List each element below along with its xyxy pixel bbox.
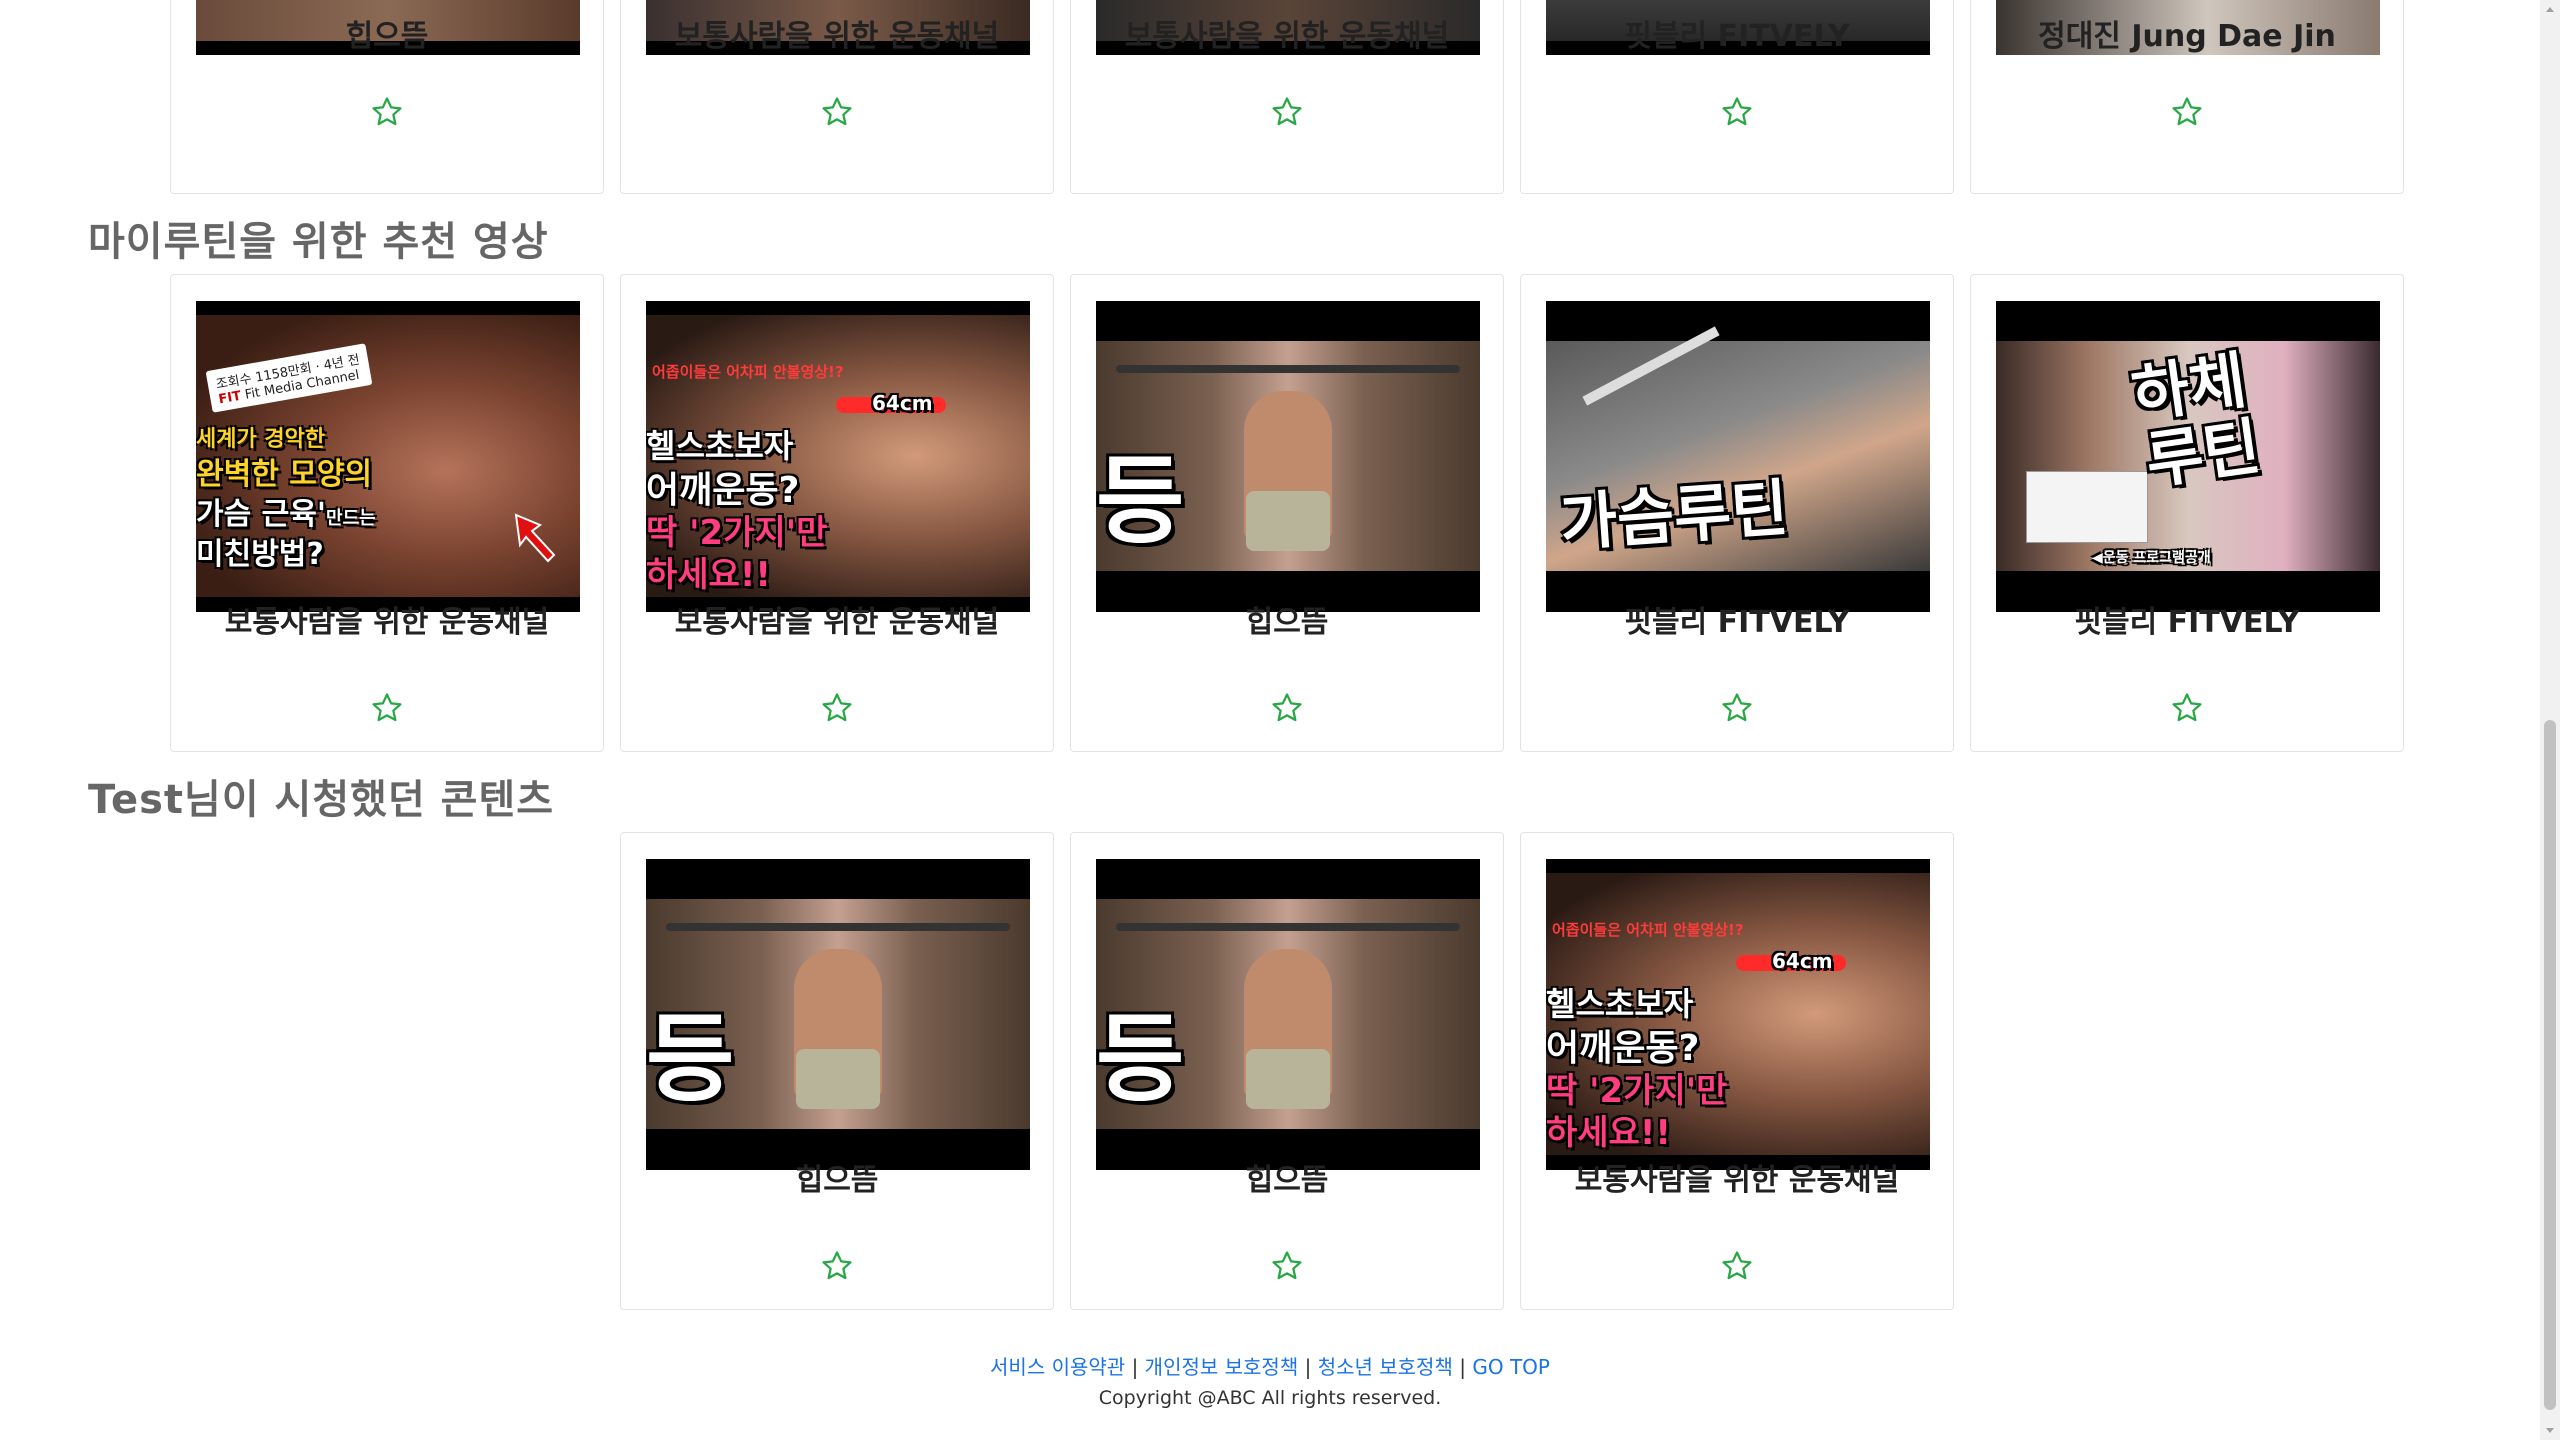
star-outline-icon[interactable] (2170, 691, 2204, 725)
video-card[interactable]: 어좁이들은 어차피 안볼영상!? 64cm 헬스초보자 어깨운동? 딱 '2가지… (1520, 832, 1954, 1310)
star-outline-icon[interactable] (820, 95, 854, 129)
thumb-text: 하세요!! (646, 555, 771, 595)
video-thumbnail[interactable]: 가슴루틴 (1546, 301, 1930, 612)
video-card[interactable]: 보통사람을 위한 운동채널 (1070, 0, 1504, 194)
thumb-text: ◀운동 프로그램공개 (2092, 550, 2211, 566)
channel-name: 보통사람을 위한 운동채널 (674, 19, 1000, 54)
thumb-text: 하세요!! (1546, 1113, 1671, 1153)
video-thumbnail[interactable]: 조회수 1158만회 · 4년 전 FIT Fit Media Channel … (196, 301, 580, 612)
thumb-text: 완벽한 모양의 (196, 457, 373, 492)
video-card[interactable]: 조회수 1158만회 · 4년 전 FIT Fit Media Channel … (170, 274, 604, 752)
go-top-link[interactable]: GO TOP (1472, 1355, 1550, 1379)
video-thumbnail[interactable]: 어좁이들은 어차피 안볼영상!? 64cm 헬스초보자 어깨운동? 딱 '2가지… (646, 301, 1030, 612)
scroll-up-arrow-icon[interactable] (2540, 0, 2560, 20)
star-outline-icon[interactable] (820, 691, 854, 725)
channel-name: 힙으뜸 (1245, 605, 1329, 640)
star-outline-icon[interactable] (370, 95, 404, 129)
video-card[interactable]: 힙으뜸 (170, 0, 604, 194)
star-outline-icon[interactable] (1270, 691, 1304, 725)
thumb-text: 루틴 (2141, 409, 2265, 498)
video-card[interactable]: 등 힙으뜸 (620, 832, 1054, 1310)
star-outline-icon[interactable] (1270, 1249, 1304, 1283)
thumb-text: 64cm (1772, 949, 1833, 973)
star-outline-icon[interactable] (1720, 691, 1754, 725)
thumb-text: 가슴루틴 (1557, 471, 1791, 560)
thumb-text: 등 (1096, 445, 1185, 557)
privacy-policy-link[interactable]: 개인정보 보호정책 (1145, 1355, 1299, 1379)
video-card[interactable]: 어좁이들은 어차피 안볼영상!? 64cm 헬스초보자 어깨운동? 딱 '2가지… (620, 274, 1054, 752)
video-thumbnail[interactable]: 등 (646, 859, 1030, 1170)
star-outline-icon[interactable] (1270, 95, 1304, 129)
channel-name: 힙으뜸 (1245, 1163, 1329, 1198)
arrow-icon (514, 513, 556, 563)
video-thumbnail[interactable]: 하체 루틴 ◀운동 프로그램공개 (1996, 301, 2380, 612)
thumb-text: 등 (1096, 1003, 1185, 1115)
star-outline-icon[interactable] (1720, 1249, 1754, 1283)
page: 힙으뜸 보통사람을 위한 운동채널 보통사람을 위한 운동채널 핏블리 FITV… (0, 0, 2540, 1440)
thumb-text: 어좁이들은 어차피 안볼영상!? (652, 363, 844, 381)
footer-separator: | (1304, 1355, 1312, 1379)
channel-name: 핏블리 FITVELY (1624, 605, 1850, 640)
thumb-text: 어좁이들은 어차피 안볼영상!? (1552, 921, 1744, 939)
video-card[interactable]: 정대진 Jung Dae Jin (1970, 0, 2404, 194)
scrollbar-thumb[interactable] (2544, 720, 2556, 1410)
footer-links: 서비스 이용약관 | 개인정보 보호정책 | 청소년 보호정책 | GO TOP (0, 1352, 2540, 1382)
video-card[interactable]: 가슴루틴 핏블리 FITVELY (1520, 274, 1954, 752)
star-outline-icon[interactable] (820, 1249, 854, 1283)
channel-name: 핏블리 FITVELY (1624, 19, 1850, 54)
channel-name: 힙으뜸 (795, 1163, 879, 1198)
thumb-text: 만드는 (326, 508, 376, 529)
video-thumbnail[interactable]: 등 (1096, 301, 1480, 612)
video-card[interactable]: 핏블리 FITVELY (1520, 0, 1954, 194)
channel-name: 힙으뜸 (345, 19, 429, 54)
youth-protection-policy-link[interactable]: 청소년 보호정책 (1318, 1355, 1453, 1379)
video-card[interactable]: 보통사람을 위한 운동채널 (620, 0, 1054, 194)
star-outline-icon[interactable] (370, 691, 404, 725)
channel-name: 보통사람을 위한 운동채널 (224, 605, 550, 640)
thumb-text: 미친방법? (196, 537, 324, 572)
channel-name: 보통사람을 위한 운동채널 (1124, 19, 1450, 54)
star-outline-icon[interactable] (1720, 95, 1754, 129)
scroll-down-arrow-icon[interactable] (2540, 1420, 2560, 1440)
section-title-recommended: 마이루틴을 위한 추천 영상 (88, 219, 549, 265)
thumb-text: 등 (646, 1003, 735, 1115)
channel-name: 핏블리 FITVELY (2074, 605, 2300, 640)
vertical-scrollbar[interactable] (2540, 0, 2560, 1440)
video-thumbnail[interactable]: 어좁이들은 어차피 안볼영상!? 64cm 헬스초보자 어깨운동? 딱 '2가지… (1546, 859, 1930, 1170)
channel-name: 정대진 Jung Dae Jin (2038, 19, 2336, 54)
section-title-watched: Test님이 시청했던 콘텐츠 (88, 777, 555, 823)
footer-separator: | (1459, 1355, 1466, 1379)
video-card[interactable]: 하체 루틴 ◀운동 프로그램공개 핏블리 FITVELY (1970, 274, 2404, 752)
video-card[interactable]: 등 힙으뜸 (1070, 274, 1504, 752)
thumb-text: 가슴 근육' (196, 497, 327, 532)
copyright-text: Copyright @ABC All rights reserved. (1098, 1387, 1442, 1409)
terms-of-service-link[interactable]: 서비스 이용약관 (990, 1355, 1125, 1379)
video-thumbnail[interactable]: 등 (1096, 859, 1480, 1170)
footer-separator: | (1131, 1355, 1139, 1379)
channel-name: 보통사람을 위한 운동채널 (1574, 1163, 1900, 1198)
star-outline-icon[interactable] (2170, 95, 2204, 129)
video-card[interactable]: 등 힙으뜸 (1070, 832, 1504, 1310)
channel-name: 보통사람을 위한 운동채널 (674, 605, 1000, 640)
thumb-text: 64cm (872, 391, 933, 415)
